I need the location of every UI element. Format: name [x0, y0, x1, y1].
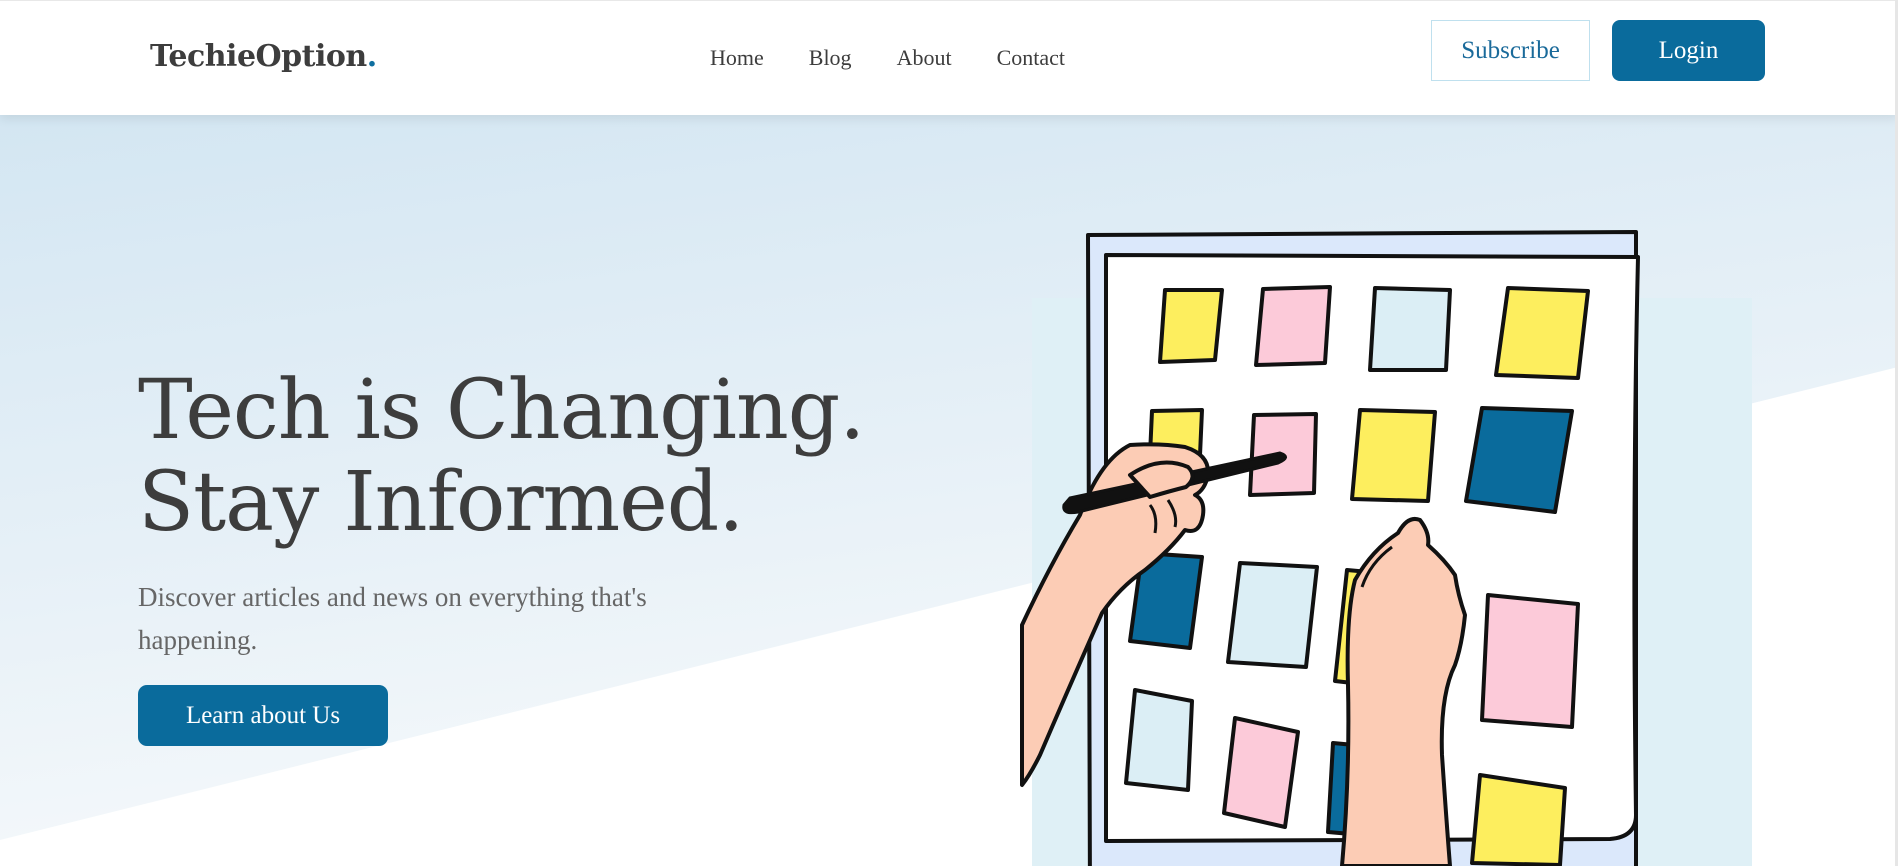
nav-about-link[interactable]: About [897, 45, 952, 71]
logo-dot: . [366, 39, 377, 74]
hero-headline: Tech is Changing. Stay Informed. [138, 363, 865, 550]
nav-blog-link[interactable]: Blog [809, 45, 852, 71]
main-nav: Home Blog About Contact [710, 45, 1110, 71]
learn-about-us-button[interactable]: Learn about Us [138, 685, 388, 746]
headline-line-2: Stay Informed. [138, 455, 744, 550]
login-button[interactable]: Login [1612, 20, 1765, 81]
nav-contact-link[interactable]: Contact [997, 45, 1065, 71]
logo-text: TechieOption [150, 39, 367, 74]
sticky-notes-board-illustration [1020, 230, 1752, 866]
subscribe-button[interactable]: Subscribe [1431, 20, 1590, 81]
site-logo[interactable]: TechieOption. [150, 39, 377, 74]
headline-line-1: Tech is Changing. [138, 363, 865, 458]
hero-subtext: Discover articles and news on everything… [138, 582, 647, 655]
nav-home-link[interactable]: Home [710, 45, 764, 71]
site-header: TechieOption. Home Blog About Contact Su… [0, 0, 1898, 115]
hero-section: Tech is Changing. Stay Informed. Discove… [0, 0, 1898, 866]
